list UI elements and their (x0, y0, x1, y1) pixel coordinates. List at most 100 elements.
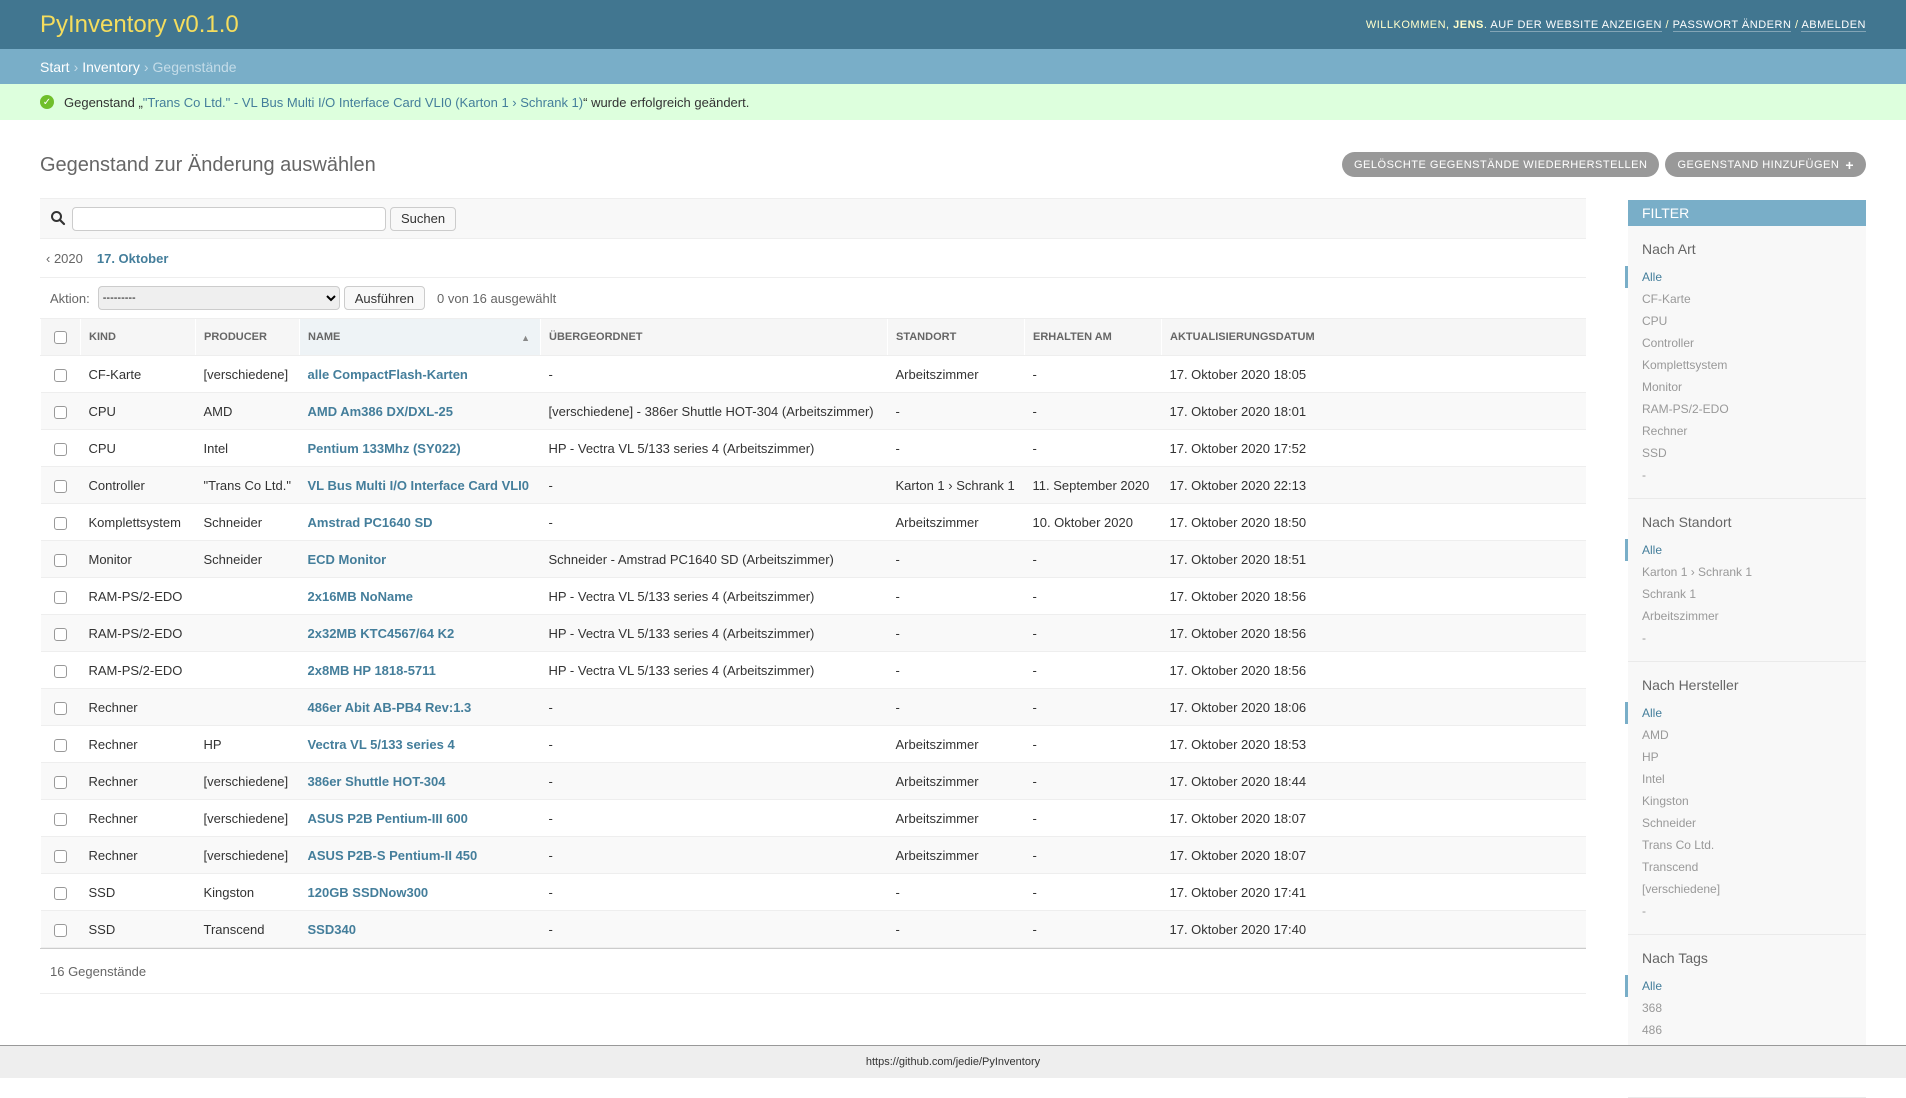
logout-link[interactable]: ABMELDEN (1801, 18, 1866, 32)
item-link[interactable]: 2x8MB HP 1818-5711 (308, 663, 436, 678)
header: PyInventory v0.1.0 WILLKOMMEN, JENS. AUF… (0, 0, 1906, 49)
row-checkbox[interactable] (53, 479, 67, 493)
cell-received: - (1024, 392, 1162, 430)
cell-producer: [verschiedene] (195, 762, 300, 800)
filter-option[interactable]: [verschiedene] (1625, 878, 1866, 900)
item-link[interactable]: Amstrad PC1640 SD (308, 515, 433, 530)
cell-parent: HP - Vectra VL 5/133 series 4 (Arbeitszi… (540, 614, 888, 652)
item-link[interactable]: 120GB SSDNow300 (308, 885, 429, 900)
row-checkbox[interactable] (53, 442, 67, 456)
item-link[interactable]: ECD Monitor (308, 552, 387, 567)
filter-option[interactable]: Alle (1625, 266, 1866, 288)
item-link[interactable]: 2x16MB NoName (308, 589, 414, 604)
filter-option[interactable]: Karton 1 › Schrank 1 (1625, 561, 1866, 583)
filter-option[interactable]: Komplettsystem (1625, 354, 1866, 376)
filter-option[interactable]: HP (1625, 746, 1866, 768)
filter-option[interactable]: Controller (1625, 332, 1866, 354)
filter-option[interactable]: Schneider (1625, 812, 1866, 834)
sort-ascending-icon[interactable]: ▲ (521, 333, 530, 343)
search-input[interactable] (72, 206, 386, 231)
item-link[interactable]: 386er Shuttle HOT-304 (308, 774, 446, 789)
item-link[interactable]: ASUS P2B-S Pentium-II 450 (308, 848, 478, 863)
row-checkbox[interactable] (53, 886, 67, 900)
message-suffix: “ wurde erfolgreich geändert. (583, 94, 750, 110)
item-link[interactable]: 2x32MB KTC4567/64 K2 (308, 626, 455, 641)
row-checkbox[interactable] (53, 368, 67, 382)
filter-title: FILTER (1628, 200, 1866, 226)
filter-option[interactable]: 368 (1625, 997, 1866, 1019)
cell-name: VL Bus Multi I/O Interface Card VLI0 (299, 466, 541, 504)
row-checkbox[interactable] (53, 849, 67, 863)
action-select[interactable]: --------- (97, 286, 340, 310)
cell-parent: Schneider - Amstrad PC1640 SD (Arbeitszi… (540, 540, 888, 578)
row-checkbox[interactable] (53, 627, 67, 641)
row-checkbox[interactable] (53, 701, 67, 715)
item-link[interactable]: ASUS P2B Pentium-III 600 (308, 811, 468, 826)
row-checkbox[interactable] (53, 923, 67, 937)
row-checkbox[interactable] (53, 590, 67, 604)
change-password-link[interactable]: PASSWORT ÄNDERN (1672, 18, 1792, 32)
view-site-link[interactable]: AUF DER WEBSITE ANZEIGEN (1490, 18, 1662, 32)
filter-option[interactable]: CPU (1625, 310, 1866, 332)
filter-option[interactable]: Intel (1625, 768, 1866, 790)
cell-updated: 17. Oktober 2020 18:44 (1161, 762, 1586, 800)
filter-option[interactable]: - (1625, 900, 1866, 922)
item-link[interactable]: VL Bus Multi I/O Interface Card VLI0 (308, 478, 530, 493)
filter-option[interactable]: - (1625, 464, 1866, 486)
row-checkbox[interactable] (53, 738, 67, 752)
filter-option[interactable]: Transcend (1625, 856, 1866, 878)
column-header-name[interactable]: NAME ▲ (299, 318, 541, 356)
add-item-button[interactable]: GEGENSTAND HINZUFÜGEN + (1665, 152, 1866, 177)
row-checkbox[interactable] (53, 553, 67, 567)
cell-kind: Controller (80, 466, 196, 504)
search-button[interactable]: Suchen (390, 206, 457, 231)
row-checkbox[interactable] (53, 664, 67, 678)
filter-option[interactable]: Schrank 1 (1625, 583, 1866, 605)
date-back-link[interactable]: ‹ 2020 (46, 251, 83, 266)
item-link[interactable]: Vectra VL 5/133 series 4 (308, 737, 455, 752)
filter-option[interactable]: Trans Co Ltd. (1625, 834, 1866, 856)
cell-name: AMD Am386 DX/DXL-25 (299, 392, 541, 430)
breadcrumb-home[interactable]: Start (40, 59, 70, 75)
row-checkbox[interactable] (53, 775, 67, 789)
column-header-updated[interactable]: AKTUALISIERUNGSDATUM (1161, 318, 1586, 356)
filter-option[interactable]: Alle (1625, 975, 1866, 997)
cell-parent: [verschiedene] - 386er Shuttle HOT-304 (… (540, 392, 888, 430)
filter-option[interactable]: RAM-PS/2-EDO (1625, 398, 1866, 420)
recover-deleted-button[interactable]: GELÖSCHTE GEGENSTÄNDE WIEDERHERSTELLEN (1342, 152, 1660, 177)
row-checkbox[interactable] (53, 516, 67, 530)
item-link[interactable]: SSD340 (308, 922, 356, 937)
item-link[interactable]: alle CompactFlash-Karten (308, 367, 468, 382)
filter-option[interactable]: 486 (1625, 1019, 1866, 1041)
item-link[interactable]: Pentium 133Mhz (SY022) (308, 441, 461, 456)
row-checkbox[interactable] (53, 812, 67, 826)
table-row: Controller "Trans Co Ltd." VL Bus Multi I/… (40, 466, 1586, 504)
message-object-link[interactable]: "Trans Co Ltd." - VL Bus Multi I/O Inter… (143, 95, 583, 110)
filter-option[interactable]: Kingston (1625, 790, 1866, 812)
item-link[interactable]: 486er Abit AB-PB4 Rev:1.3 (308, 700, 472, 715)
filter-option[interactable]: Alle (1625, 702, 1866, 724)
footer-link[interactable]: https://github.com/jedie/PyInventory (866, 1056, 1040, 1068)
filter-option[interactable]: Rechner (1625, 420, 1866, 442)
column-header-received[interactable]: ERHALTEN AM (1024, 318, 1162, 356)
site-branding[interactable]: PyInventory v0.1.0 (40, 11, 239, 39)
row-checkbox[interactable] (53, 405, 67, 419)
column-header-kind[interactable]: KIND (80, 318, 196, 356)
breadcrumb-app[interactable]: Inventory (82, 59, 140, 75)
filter-option[interactable]: AMD (1625, 724, 1866, 746)
run-action-button[interactable]: Ausführen (343, 286, 426, 310)
filter-option[interactable]: CF-Karte (1625, 288, 1866, 310)
select-all-checkbox[interactable] (54, 330, 67, 344)
item-link[interactable]: AMD Am386 DX/DXL-25 (308, 404, 453, 419)
column-header-location[interactable]: STANDORT (887, 318, 1025, 356)
column-header-producer[interactable]: PRODUCER (195, 318, 300, 356)
filter-option[interactable]: Alle (1625, 539, 1866, 561)
date-hierarchy: ‹ 2020 17. Oktober (40, 239, 1586, 278)
cell-name: SSD340 (299, 910, 541, 948)
filter-option[interactable]: Monitor (1625, 376, 1866, 398)
filter-option[interactable]: - (1625, 627, 1866, 649)
filter-option[interactable]: Arbeitszimmer (1625, 605, 1866, 627)
selection-counter: 0 von 16 ausgewählt (437, 290, 557, 306)
column-header-parent[interactable]: ÜBERGEORDNET (540, 318, 888, 356)
filter-option[interactable]: SSD (1625, 442, 1866, 464)
